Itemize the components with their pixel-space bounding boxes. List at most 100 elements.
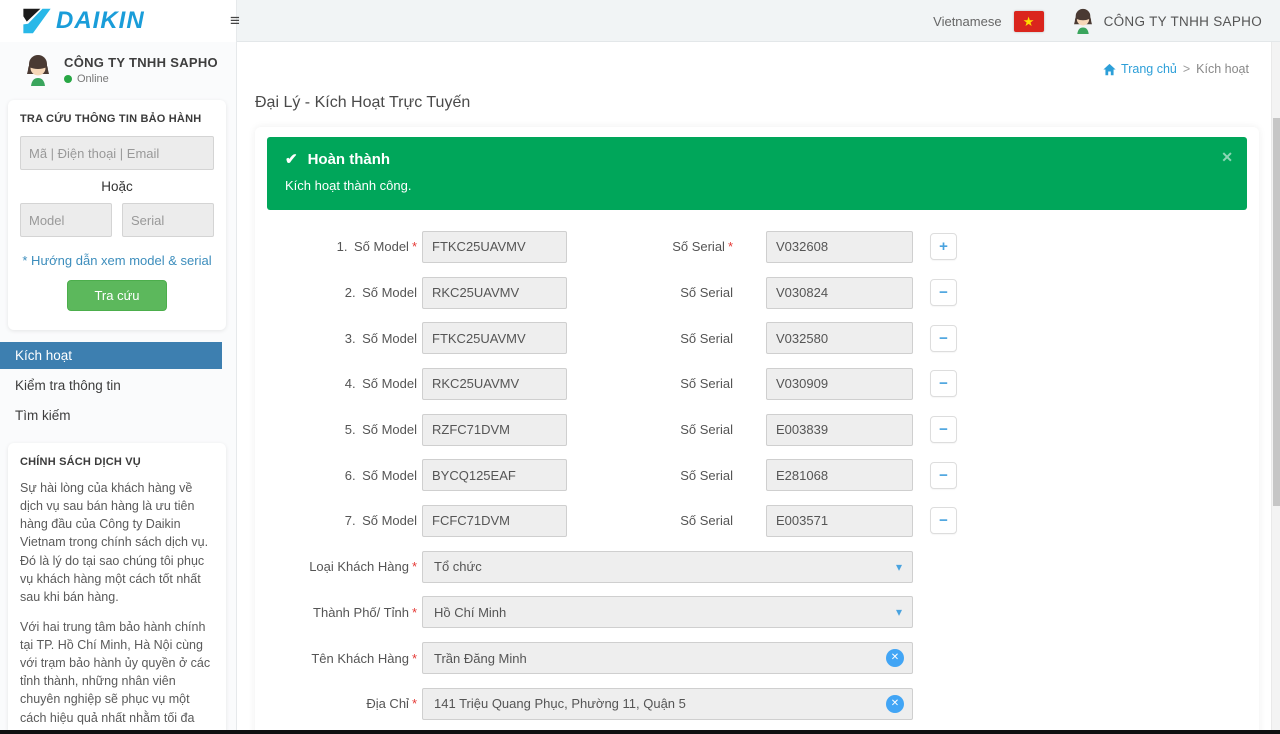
policy-card-title: CHÍNH SÁCH DỊCH VỤ [20, 456, 214, 468]
clear-field-icon[interactable]: ✕ [886, 695, 904, 713]
remove-row-button-5[interactable]: − [930, 416, 957, 443]
serial-label-row-4: Số Serial [680, 376, 766, 391]
lookup-search-button[interactable]: Tra cứu [67, 280, 166, 311]
remove-row-button-3[interactable]: − [930, 325, 957, 352]
model-input-row-5[interactable] [422, 414, 567, 446]
field-control-1: Tổ chức▾ [422, 551, 913, 583]
model-label-row-5: 5. Số Model [345, 422, 422, 437]
policy-paragraph-2: Với hai trung tâm bảo hành chính tại TP.… [20, 618, 214, 734]
home-icon [1103, 63, 1116, 76]
required-asterisk: * [412, 651, 417, 666]
warranty-lookup-card: TRA CỨU THÔNG TIN BẢO HÀNH Hoặc * Hướng … [8, 100, 226, 330]
serial-input-row-3[interactable] [766, 322, 913, 354]
model-input-row-2[interactable] [422, 277, 567, 309]
model-input-row-6[interactable] [422, 459, 567, 491]
field-control-3: Trần Đăng Minh✕ [422, 642, 913, 674]
field-control-4: 141 Triệu Quang Phục, Phường 11, Quận 5✕ [422, 688, 913, 720]
brand-logo[interactable]: DAIKIN [0, 0, 237, 42]
text-input-3[interactable]: Trần Đăng Minh [422, 642, 913, 674]
language-label[interactable]: Vietnamese [933, 14, 1001, 29]
model-label-row-1: 1. Số Model* [337, 239, 422, 254]
alert-title-row: ✔ Hoàn thành [285, 150, 1229, 168]
serial-input-row-5[interactable] [766, 414, 913, 446]
sidebar-avatar-icon [22, 54, 54, 86]
serial-input-row-1[interactable] [766, 231, 913, 263]
user-avatar-icon [1070, 8, 1096, 34]
field-control-2: Hồ Chí Minh▾ [422, 596, 913, 628]
required-asterisk: * [412, 559, 417, 574]
sidebar: CÔNG TY TNHH SAPHO Online TRA CỨU THÔNG … [0, 42, 237, 734]
success-alert: ✔ Hoàn thành Kích hoạt thành công. ✕ [267, 137, 1247, 210]
model-label-row-2: 2. Số Model [345, 285, 422, 300]
sidebar-nav-item-3[interactable]: Tìm kiếm [0, 402, 222, 429]
add-row-button[interactable]: + [930, 233, 957, 260]
user-status: Online [64, 73, 218, 85]
clear-field-icon[interactable]: ✕ [886, 649, 904, 667]
model-label-row-7: 7. Số Model [345, 513, 422, 528]
model-label-row-6: 6. Số Model [345, 468, 422, 483]
required-asterisk: * [412, 239, 417, 254]
serial-input-row-4[interactable] [766, 368, 913, 400]
model-input-row-4[interactable] [422, 368, 567, 400]
required-asterisk: * [412, 605, 417, 620]
main-content: Trang chủ > Kích hoạt Đại Lý - Kích Hoạt… [237, 42, 1271, 734]
or-label: Hoặc [20, 179, 214, 194]
sidebar-toggle-button[interactable]: ≡ [218, 0, 252, 42]
daikin-logo-icon [22, 7, 52, 35]
model-label-row-3: 3. Số Model [345, 331, 422, 346]
breadcrumb-current: Kích hoạt [1196, 62, 1249, 76]
serial-label-row-6: Số Serial [680, 468, 766, 483]
sidebar-user-name: CÔNG TY TNHH SAPHO [64, 55, 218, 70]
scrollbar-thumb[interactable] [1273, 118, 1280, 506]
service-policy-card: CHÍNH SÁCH DỊCH VỤ Sự hài lòng của khách… [8, 443, 226, 734]
activation-panel: ✔ Hoàn thành Kích hoạt thành công. ✕ 1. … [255, 127, 1259, 734]
model-serial-guide-link[interactable]: * Hướng dẫn xem model & serial [20, 253, 214, 268]
text-input-4[interactable]: 141 Triệu Quang Phục, Phường 11, Quận 5 [422, 688, 913, 720]
activation-form: 1. Số Model*Số Serial*+2. Số ModelSố Ser… [267, 224, 1247, 734]
model-input-row-7[interactable] [422, 505, 567, 537]
header-user-name: CÔNG TY TNHH SAPHO [1104, 14, 1262, 29]
alert-message: Kích hoạt thành công. [285, 178, 1229, 193]
sidebar-user-panel: CÔNG TY TNHH SAPHO Online [0, 42, 236, 96]
breadcrumb-home-link[interactable]: Trang chủ [1103, 62, 1177, 76]
vertical-scrollbar[interactable] [1271, 42, 1280, 730]
serial-input-row-6[interactable] [766, 459, 913, 491]
top-header: DAIKIN ≡ Vietnamese ★ CÔNG TY TNHH SAPHO [0, 0, 1280, 42]
lookup-card-title: TRA CỨU THÔNG TIN BẢO HÀNH [20, 113, 214, 125]
breadcrumb-home-label: Trang chủ [1121, 62, 1177, 76]
user-menu[interactable]: CÔNG TY TNHH SAPHO [1070, 8, 1262, 34]
serial-input-row-2[interactable] [766, 277, 913, 309]
sidebar-nav-item-2[interactable]: Kiểm tra thông tin [0, 372, 222, 399]
sidebar-nav-item-1[interactable]: Kích hoạt [0, 342, 222, 369]
model-input-row-1[interactable] [422, 231, 567, 263]
required-asterisk: * [412, 696, 417, 711]
breadcrumb: Trang chủ > Kích hoạt [1103, 62, 1249, 76]
field-label-1: Loại Khách Hàng* [309, 559, 422, 574]
model-input-row-3[interactable] [422, 322, 567, 354]
serial-label-row-7: Số Serial [680, 513, 766, 528]
required-asterisk: * [728, 239, 733, 254]
serial-lookup-input[interactable] [122, 203, 214, 237]
model-lookup-input[interactable] [20, 203, 112, 237]
screen-bottom-edge [0, 730, 1280, 734]
brand-name: DAIKIN [56, 7, 145, 35]
policy-paragraph-1: Sự hài lòng của khách hàng về dịch vụ sa… [20, 479, 214, 606]
breadcrumb-separator: > [1183, 62, 1190, 76]
remove-row-button-4[interactable]: − [930, 370, 957, 397]
serial-input-row-7[interactable] [766, 505, 913, 537]
remove-row-button-7[interactable]: − [930, 507, 957, 534]
serial-label-row-1: Số Serial* [672, 239, 766, 254]
alert-close-icon[interactable]: ✕ [1221, 149, 1233, 166]
alert-title: Hoàn thành [308, 151, 391, 168]
field-label-2: Thành Phố/ Tỉnh* [313, 605, 422, 620]
select-1[interactable]: Tổ chức [422, 551, 913, 583]
remove-row-button-6[interactable]: − [930, 462, 957, 489]
remove-row-button-2[interactable]: − [930, 279, 957, 306]
vietnam-flag-icon[interactable]: ★ [1014, 11, 1044, 32]
field-label-3: Tên Khách Hàng* [311, 651, 422, 666]
lookup-code-input[interactable] [20, 136, 214, 170]
serial-label-row-3: Số Serial [680, 331, 766, 346]
application-window: DAIKIN ≡ Vietnamese ★ CÔNG TY TNHH SAPHO [0, 0, 1280, 734]
sidebar-nav: Kích hoạt Kiểm tra thông tin Tìm kiếm [0, 342, 222, 429]
select-2[interactable]: Hồ Chí Minh [422, 596, 913, 628]
